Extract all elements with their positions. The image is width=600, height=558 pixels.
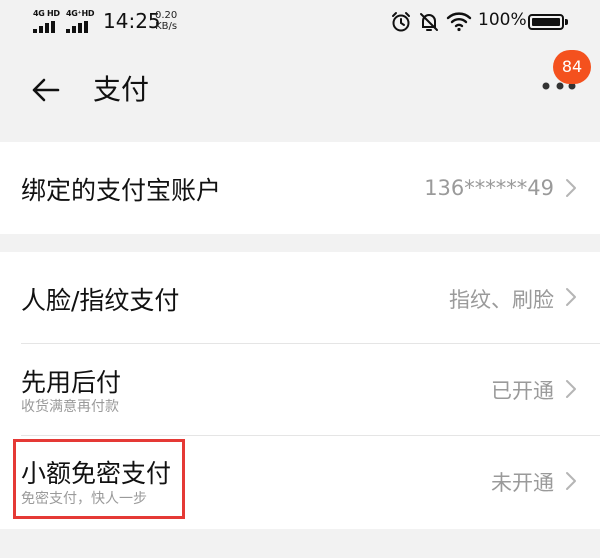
chevron-right-icon (566, 380, 576, 398)
speed-value: 0.20 (155, 10, 178, 21)
pay-later-label: 先用后付 (21, 368, 122, 397)
battery-icon (528, 14, 568, 30)
alipay-account-value: 136******49 (424, 176, 554, 200)
signal-bars-icon (66, 21, 88, 33)
clock: 14:25 (103, 9, 161, 33)
alipay-account-row[interactable]: 绑定的支付宝账户 136******49 (0, 142, 600, 234)
chevron-right-icon (566, 472, 576, 490)
network-speed: 0.20 KB/s (155, 10, 177, 32)
alipay-account-label: 绑定的支付宝账户 (21, 176, 222, 205)
network-type-2: 4G⁺HD (66, 9, 95, 18)
face-fingerprint-row[interactable]: 人脸/指纹支付 指纹、刷脸 (0, 252, 600, 343)
app-header: 支付 84 (0, 46, 600, 130)
mute-bell-icon (420, 13, 438, 31)
highlight-box (13, 439, 185, 519)
alipay-card: 绑定的支付宝账户 136******49 (0, 142, 600, 234)
wifi-icon (446, 12, 472, 32)
pay-later-status: 已开通 (491, 379, 554, 403)
signal-2: 4G⁺HD (66, 9, 96, 35)
speed-unit: KB/s (155, 21, 178, 32)
small-free-pay-status: 未开通 (491, 471, 554, 495)
page-title: 支付 (93, 73, 150, 106)
pay-later-row[interactable]: 先用后付 收货满意再付款 已开通 (0, 344, 600, 435)
status-bar: 4G HD 4G⁺HD 14:25 0.20 KB/s 100% (0, 0, 600, 46)
pay-later-sublabel: 收货满意再付款 (21, 399, 119, 415)
chevron-right-icon (566, 288, 576, 306)
chevron-right-icon (566, 179, 576, 197)
face-fingerprint-label: 人脸/指纹支付 (21, 286, 180, 315)
battery-percent: 100% (478, 10, 527, 30)
signal-bars-icon (33, 21, 55, 33)
signal-1: 4G HD (33, 9, 63, 35)
back-arrow-icon[interactable] (28, 72, 64, 108)
face-fingerprint-value: 指纹、刷脸 (449, 288, 554, 312)
notification-badge: 84 (553, 50, 591, 84)
alarm-icon (392, 12, 410, 32)
network-type-1: 4G HD (33, 9, 60, 18)
